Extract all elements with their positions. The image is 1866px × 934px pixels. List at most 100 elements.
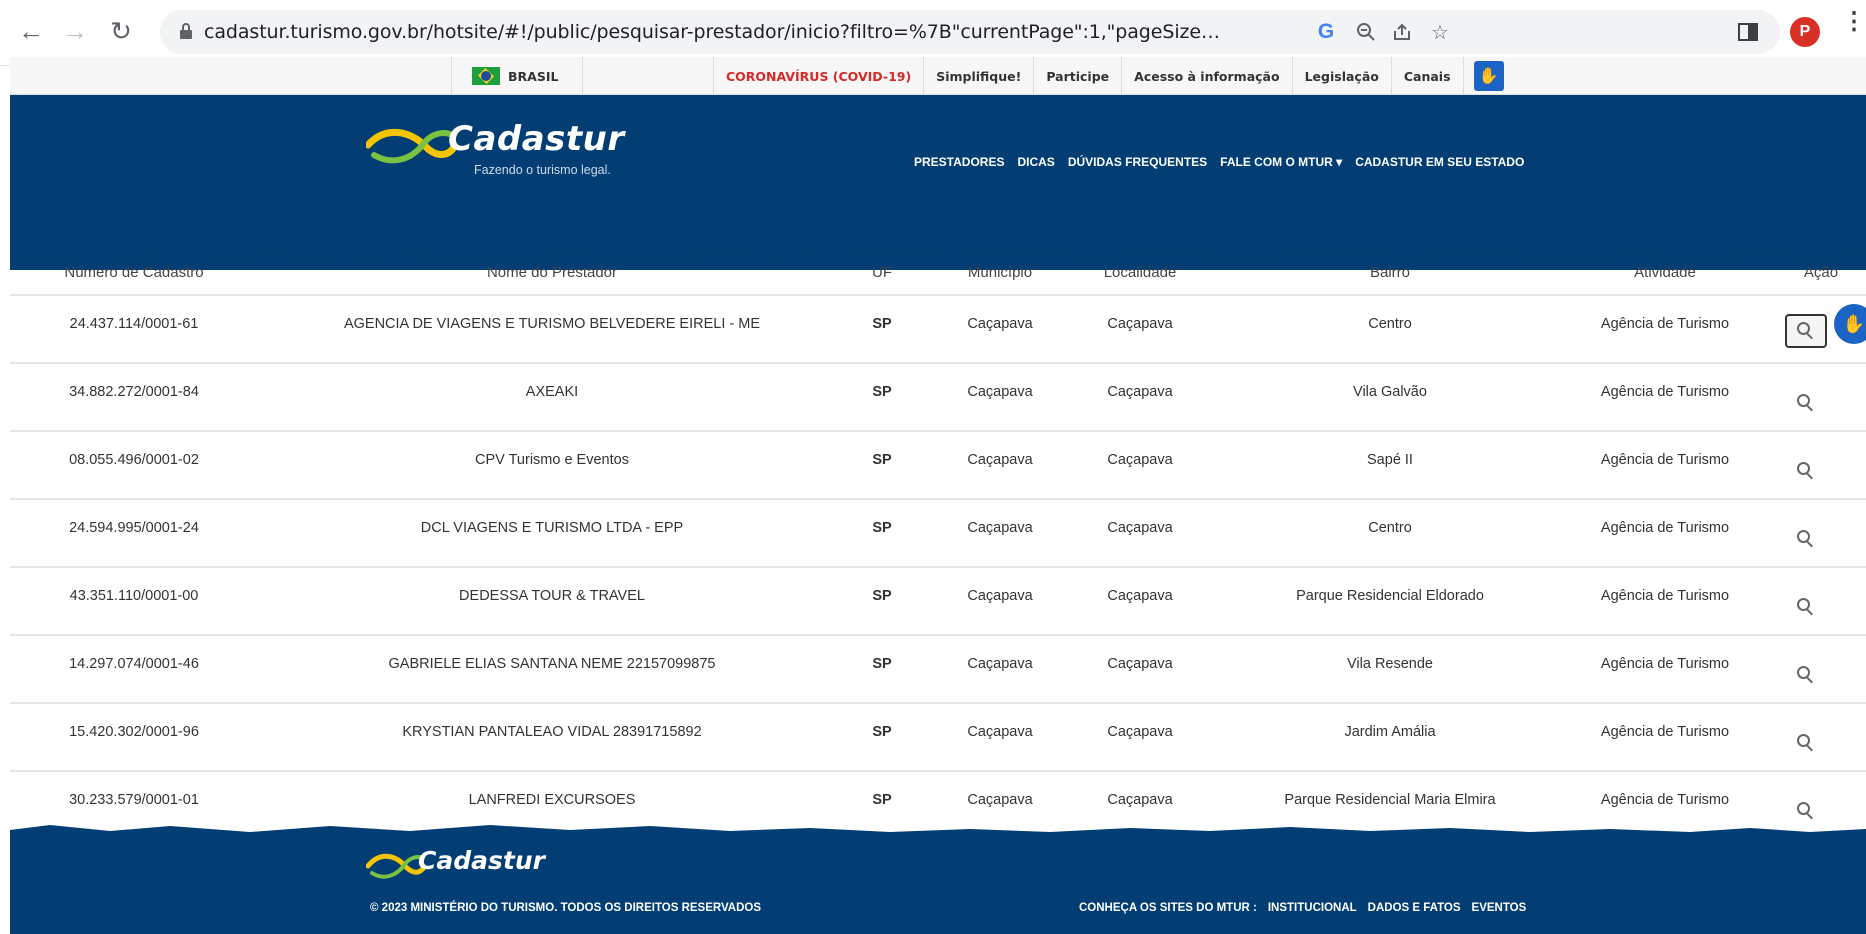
- cell-bairro: Centro: [1368, 520, 1412, 536]
- accessibility-hand-icon[interactable]: ✋: [1473, 61, 1504, 91]
- logo-tagline: Fazendo o turismo legal.: [474, 163, 611, 177]
- google-icon[interactable]: G: [1314, 20, 1338, 44]
- header-bairro[interactable]: Bairro: [1230, 264, 1550, 281]
- side-panel-icon[interactable]: [1738, 23, 1758, 41]
- footer-logo[interactable]: Cadastur: [366, 846, 586, 886]
- table-row: 34.882.272/0001-84 AXEAKI SP Caçapava Ca…: [10, 362, 1866, 430]
- nav-dicas[interactable]: DICAS: [1017, 155, 1054, 169]
- header-municipio[interactable]: Município: [940, 264, 1060, 281]
- cell-uf: SP: [872, 588, 892, 604]
- cell-municipio: Caçapava: [967, 520, 1033, 536]
- profile-avatar[interactable]: P: [1790, 17, 1820, 47]
- view-details-button[interactable]: [1785, 314, 1827, 348]
- brasil-label: BRASIL: [508, 68, 559, 84]
- cell-localidade: Caçapava: [1107, 316, 1173, 332]
- forward-icon[interactable]: →: [58, 14, 92, 48]
- brasil-link[interactable]: BRASIL: [451, 57, 583, 95]
- menu-icon[interactable]: ⋮: [1842, 10, 1866, 46]
- cell-municipio: Caçapava: [967, 656, 1033, 672]
- cell-localidade: Caçapava: [1107, 520, 1173, 536]
- footer-logo-text: Cadastur: [418, 846, 545, 875]
- address-bar[interactable]: cadastur.turismo.gov.br/hotsite/#!/publi…: [160, 10, 1780, 54]
- cell-nome: GABRIELE ELIAS SANTANA NEME 22157099875: [388, 656, 716, 672]
- search-icon: [1797, 394, 1815, 412]
- cell-nome: CPV Turismo e Eventos: [475, 452, 629, 468]
- cell-localidade: Caçapava: [1107, 656, 1173, 672]
- cell-atividade: Agência de Turismo: [1600, 724, 1730, 740]
- table-row: 08.055.496/0001-02 CPV Turismo e Eventos…: [10, 430, 1866, 498]
- star-icon[interactable]: ☆: [1428, 20, 1452, 44]
- cell-municipio: Caçapava: [967, 792, 1033, 808]
- cell-bairro: Parque Residencial Maria Elmira: [1284, 792, 1496, 808]
- nav-fale-com-mtur[interactable]: FALE COM O MTUR ▾: [1220, 155, 1342, 169]
- cell-nome: LANFREDI EXCURSOES: [468, 792, 636, 808]
- view-details-button[interactable]: [1785, 590, 1827, 624]
- cell-municipio: Caçapava: [967, 384, 1033, 400]
- back-icon[interactable]: ←: [14, 14, 48, 48]
- reload-icon[interactable]: ↻: [104, 14, 138, 48]
- view-details-button[interactable]: [1785, 726, 1827, 760]
- cadastur-logo[interactable]: Cadastur Fazendo o turismo legal.: [366, 119, 666, 189]
- lock-icon[interactable]: [180, 23, 192, 39]
- view-details-button[interactable]: [1785, 454, 1827, 488]
- search-icon: [1797, 666, 1815, 684]
- gov-bar-spacer: [583, 57, 714, 95]
- footer-link-institucional[interactable]: INSTITUCIONAL: [1268, 902, 1357, 914]
- accessibility-widget-icon[interactable]: ✋: [1834, 304, 1866, 344]
- cell-uf: SP: [872, 724, 892, 740]
- legislacao-link[interactable]: Legislação: [1293, 57, 1392, 95]
- cell-nome: AGENCIA DE VIAGENS E TURISMO BELVEDERE E…: [343, 316, 761, 332]
- brazil-flag-icon: [472, 67, 500, 85]
- cell-atividade: Agência de Turismo: [1600, 588, 1730, 604]
- cell-atividade: Agência de Turismo: [1600, 656, 1730, 672]
- acesso-informacao-link[interactable]: Acesso à informação: [1122, 57, 1293, 95]
- header-numero[interactable]: Número de Cadastro: [10, 264, 258, 281]
- zoom-icon[interactable]: [1354, 20, 1378, 44]
- cell-uf: SP: [872, 656, 892, 672]
- cell-localidade: Caçapava: [1107, 384, 1173, 400]
- search-icon: [1797, 802, 1815, 820]
- mtur-sites: CONHEÇA OS SITES DO MTUR : INSTITUCIONAL…: [1079, 902, 1526, 914]
- share-icon[interactable]: [1390, 20, 1414, 44]
- header-atividade[interactable]: Atividade: [1550, 264, 1780, 281]
- footer-link-dados-e-fatos[interactable]: DADOS E FATOS: [1368, 902, 1461, 914]
- cell-numero: 34.882.272/0001-84: [69, 384, 199, 400]
- covid-link[interactable]: CORONAVÍRUS (COVID-19): [714, 57, 925, 95]
- cell-uf: SP: [872, 792, 892, 808]
- header-nome[interactable]: Nome do Prestador: [292, 264, 812, 281]
- search-icon: [1797, 530, 1815, 548]
- cell-localidade: Caçapava: [1107, 452, 1173, 468]
- cell-numero: 43.351.110/0001-00: [69, 588, 199, 604]
- cell-bairro: Vila Resende: [1347, 656, 1433, 672]
- cell-atividade: Agência de Turismo: [1600, 452, 1730, 468]
- canais-link[interactable]: Canais: [1392, 57, 1464, 95]
- cell-atividade: Agência de Turismo: [1600, 384, 1730, 400]
- header-localidade[interactable]: Localidade: [1080, 264, 1200, 281]
- site-footer: Cadastur © 2023 MINISTÉRIO DO TURISMO. T…: [10, 834, 1866, 934]
- view-details-button[interactable]: [1785, 386, 1827, 420]
- header-uf[interactable]: UF: [862, 264, 902, 281]
- cell-municipio: Caçapava: [967, 588, 1033, 604]
- cell-numero: 15.420.302/0001-96: [69, 724, 199, 740]
- nav-prestadores[interactable]: PRESTADORES: [914, 155, 1004, 169]
- table-header: Número de Cadastro Nome do Prestador UF …: [10, 258, 1866, 294]
- participe-link[interactable]: Participe: [1034, 57, 1123, 95]
- cell-municipio: Caçapava: [967, 452, 1033, 468]
- nav-cadastur-em-seu-estado[interactable]: CADASTUR EM SEU ESTADO: [1355, 155, 1524, 169]
- footer-link-eventos[interactable]: EVENTOS: [1472, 902, 1527, 914]
- copyright-text: © 2023 MINISTÉRIO DO TURISMO. TODOS OS D…: [370, 902, 762, 914]
- cell-localidade: Caçapava: [1107, 588, 1173, 604]
- table-row: 15.420.302/0001-96 KRYSTIAN PANTALEAO VI…: [10, 702, 1866, 770]
- cell-bairro: Sapé II: [1367, 452, 1413, 468]
- cell-localidade: Caçapava: [1107, 792, 1173, 808]
- simplifique-link[interactable]: Simplifique!: [924, 57, 1035, 95]
- nav-duvidas-frequentes[interactable]: DÚVIDAS FREQUENTES: [1068, 155, 1207, 169]
- view-details-button[interactable]: [1785, 658, 1827, 692]
- government-bar: BRASIL CORONAVÍRUS (COVID-19) Simplifiqu…: [10, 57, 1866, 95]
- cell-bairro: Jardim Amália: [1344, 724, 1436, 740]
- cell-numero: 14.297.074/0001-46: [69, 656, 199, 672]
- view-details-button[interactable]: [1785, 522, 1827, 556]
- url-text[interactable]: cadastur.turismo.gov.br/hotsite/#!/publi…: [204, 21, 1224, 43]
- cell-localidade: Caçapava: [1107, 724, 1173, 740]
- cell-uf: SP: [872, 384, 892, 400]
